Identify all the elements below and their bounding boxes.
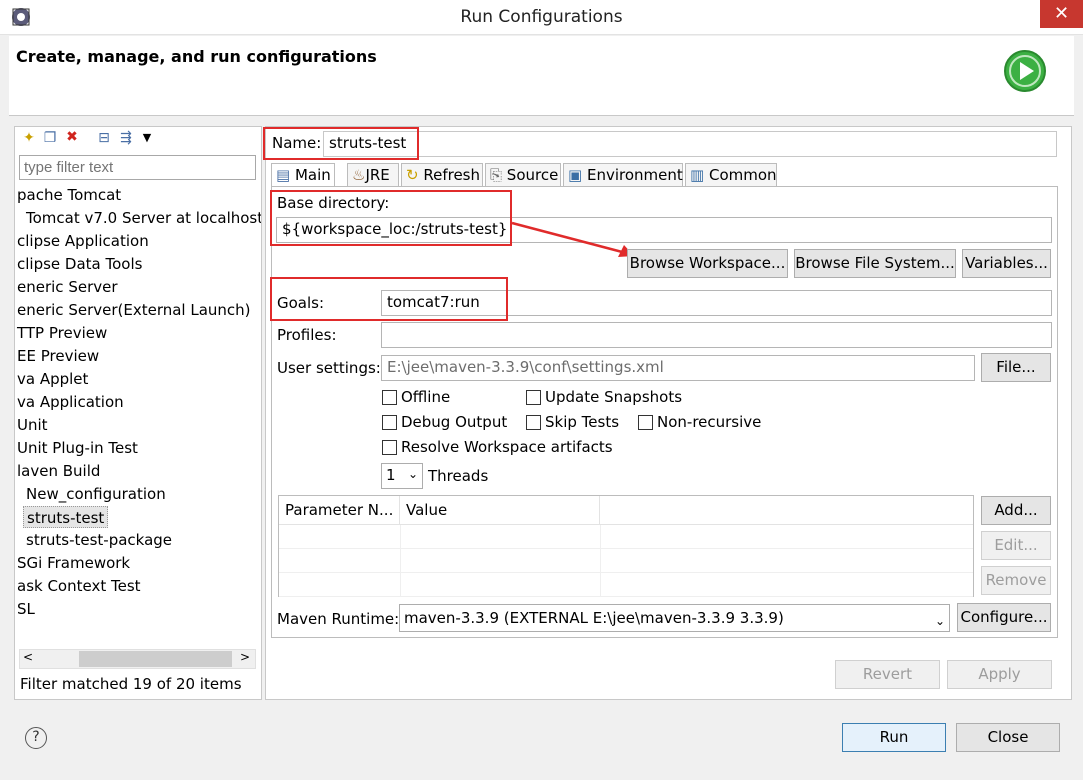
scroll-right-icon[interactable]: > bbox=[240, 650, 250, 664]
skip-tests-checkbox[interactable] bbox=[526, 415, 541, 430]
tree-item[interactable]: clipse Application bbox=[17, 230, 149, 252]
threads-value: 1 bbox=[386, 466, 396, 484]
config-tree: pache Tomcat Tomcat v7.0 Server at local… bbox=[15, 184, 261, 644]
maven-runtime-label: Maven Runtime: bbox=[277, 610, 400, 628]
filter-input[interactable] bbox=[19, 155, 256, 180]
tree-item[interactable]: TTP Preview bbox=[17, 322, 107, 344]
update-snapshots-checkbox[interactable] bbox=[526, 390, 541, 405]
help-icon[interactable]: ? bbox=[25, 727, 47, 749]
tree-item[interactable]: pache Tomcat bbox=[17, 184, 121, 206]
tree-item[interactable]: Unit Plug-in Test bbox=[17, 437, 138, 459]
collapse-all-icon[interactable]: ⊟ bbox=[96, 130, 112, 146]
tab-source[interactable]: ⎘ Source bbox=[485, 163, 561, 187]
tree-item[interactable]: eneric Server(External Launch) bbox=[17, 299, 251, 321]
table-row[interactable] bbox=[279, 549, 973, 573]
debug-output-checkbox[interactable] bbox=[382, 415, 397, 430]
window-title: Run Configurations bbox=[460, 7, 623, 27]
tree-item[interactable]: EE Preview bbox=[17, 345, 99, 367]
tree-item[interactable]: Tomcat v7.0 Server at localhost bbox=[26, 207, 261, 229]
offline-label: Offline bbox=[401, 388, 451, 406]
threads-label: Threads bbox=[428, 467, 489, 485]
add-parameter-button[interactable]: Add... bbox=[981, 496, 1051, 525]
skip-tests-label: Skip Tests bbox=[545, 413, 620, 431]
annotation-arrow bbox=[511, 221, 634, 257]
maven-runtime-select[interactable]: maven-3.3.9 (EXTERNAL E:\jee\maven-3.3.9… bbox=[399, 604, 950, 632]
filter-config-icon[interactable]: ⇶ bbox=[118, 130, 134, 146]
duplicate-config-icon[interactable]: ❐ bbox=[42, 130, 58, 146]
profiles-input[interactable] bbox=[381, 322, 1052, 348]
tree-item[interactable]: Unit bbox=[17, 414, 48, 436]
tab-environment[interactable]: ▣ Environment bbox=[563, 163, 683, 187]
delete-config-icon[interactable]: ✖ bbox=[64, 129, 80, 145]
annotation-box-base-dir bbox=[270, 190, 512, 246]
chevron-down-icon: ⌄ bbox=[934, 614, 945, 628]
tab-jre[interactable]: ♨JRE bbox=[347, 163, 399, 187]
scroll-left-icon[interactable]: < bbox=[23, 650, 33, 664]
tree-item-selected[interactable]: struts-test bbox=[23, 506, 109, 528]
table-row[interactable] bbox=[279, 573, 973, 597]
tree-item[interactable]: eneric Server bbox=[17, 276, 118, 298]
tree-item[interactable]: SGi Framework bbox=[17, 552, 130, 574]
browse-file-system-button[interactable]: Browse File System... bbox=[794, 249, 956, 278]
tree-item[interactable]: SL bbox=[17, 598, 35, 620]
chevron-down-icon[interactable]: ▼ bbox=[139, 130, 155, 146]
run-launch-icon bbox=[1004, 50, 1046, 92]
run-button[interactable]: Run bbox=[842, 723, 946, 752]
annotation-box-name bbox=[263, 127, 419, 160]
file-button[interactable]: File... bbox=[981, 353, 1051, 382]
tab-bar: ▤ Main ♨JRE ↻ Refresh ⎘ Source ▣ Environ… bbox=[271, 163, 1058, 188]
apply-button[interactable]: Apply bbox=[947, 660, 1052, 689]
tab-refresh[interactable]: ↻ Refresh bbox=[401, 163, 483, 187]
resolve-workspace-checkbox[interactable] bbox=[382, 440, 397, 455]
resolve-workspace-label: Resolve Workspace artifacts bbox=[401, 438, 613, 456]
tab-common[interactable]: ▥ Common bbox=[685, 163, 777, 187]
maven-runtime-value: maven-3.3.9 (EXTERNAL E:\jee\maven-3.3.9… bbox=[404, 609, 784, 627]
table-row[interactable] bbox=[279, 525, 973, 549]
column-header-value[interactable]: Value bbox=[400, 496, 600, 525]
scrollbar-thumb[interactable] bbox=[79, 651, 232, 667]
tree-item[interactable]: laven Build bbox=[17, 460, 100, 482]
non-recursive-label: Non-recursive bbox=[657, 413, 762, 431]
non-recursive-checkbox[interactable] bbox=[638, 415, 653, 430]
threads-select[interactable]: 1 ⌄ bbox=[381, 463, 423, 489]
chevron-down-icon: ⌄ bbox=[407, 467, 418, 481]
table-column-divider bbox=[400, 525, 401, 596]
update-snapshots-label: Update Snapshots bbox=[545, 388, 683, 406]
variables-button[interactable]: Variables... bbox=[962, 249, 1051, 278]
tree-item[interactable]: va Applet bbox=[17, 368, 88, 390]
column-header-filler bbox=[600, 496, 973, 525]
tree-item[interactable]: struts-test-package bbox=[26, 529, 172, 551]
column-header-parameter[interactable]: Parameter N... bbox=[279, 496, 400, 525]
tree-item[interactable]: ask Context Test bbox=[17, 575, 141, 597]
parameter-table[interactable]: Parameter N... Value bbox=[278, 495, 974, 597]
tree-item[interactable]: va Application bbox=[17, 391, 124, 413]
configure-button[interactable]: Configure... bbox=[957, 603, 1051, 632]
profiles-label: Profiles: bbox=[277, 326, 337, 344]
debug-output-label: Debug Output bbox=[401, 413, 508, 431]
close-button[interactable]: Close bbox=[956, 723, 1060, 752]
revert-button[interactable]: Revert bbox=[835, 660, 940, 689]
new-config-icon[interactable]: ✦ bbox=[21, 130, 37, 146]
user-settings-label: User settings: bbox=[277, 359, 381, 377]
tab-main[interactable]: ▤ Main bbox=[271, 163, 335, 188]
tree-item[interactable]: clipse Data Tools bbox=[17, 253, 142, 275]
edit-parameter-button[interactable]: Edit... bbox=[981, 531, 1051, 560]
dialog-header-title: Create, manage, and run configurations bbox=[16, 47, 377, 66]
user-settings-input[interactable]: E:\jee\maven-3.3.9\conf\settings.xml bbox=[381, 355, 975, 381]
filter-status: Filter matched 19 of 20 items bbox=[20, 675, 242, 693]
name-input[interactable]: struts-test bbox=[323, 131, 1057, 157]
offline-checkbox[interactable] bbox=[382, 390, 397, 405]
table-column-divider bbox=[600, 525, 601, 596]
remove-parameter-button[interactable]: Remove bbox=[981, 566, 1051, 595]
annotation-box-goals bbox=[270, 277, 508, 321]
tree-item[interactable]: New_configuration bbox=[26, 483, 166, 505]
browse-workspace-button[interactable]: Browse Workspace... bbox=[627, 249, 788, 278]
window-close-button[interactable]: ✕ bbox=[1040, 0, 1083, 28]
